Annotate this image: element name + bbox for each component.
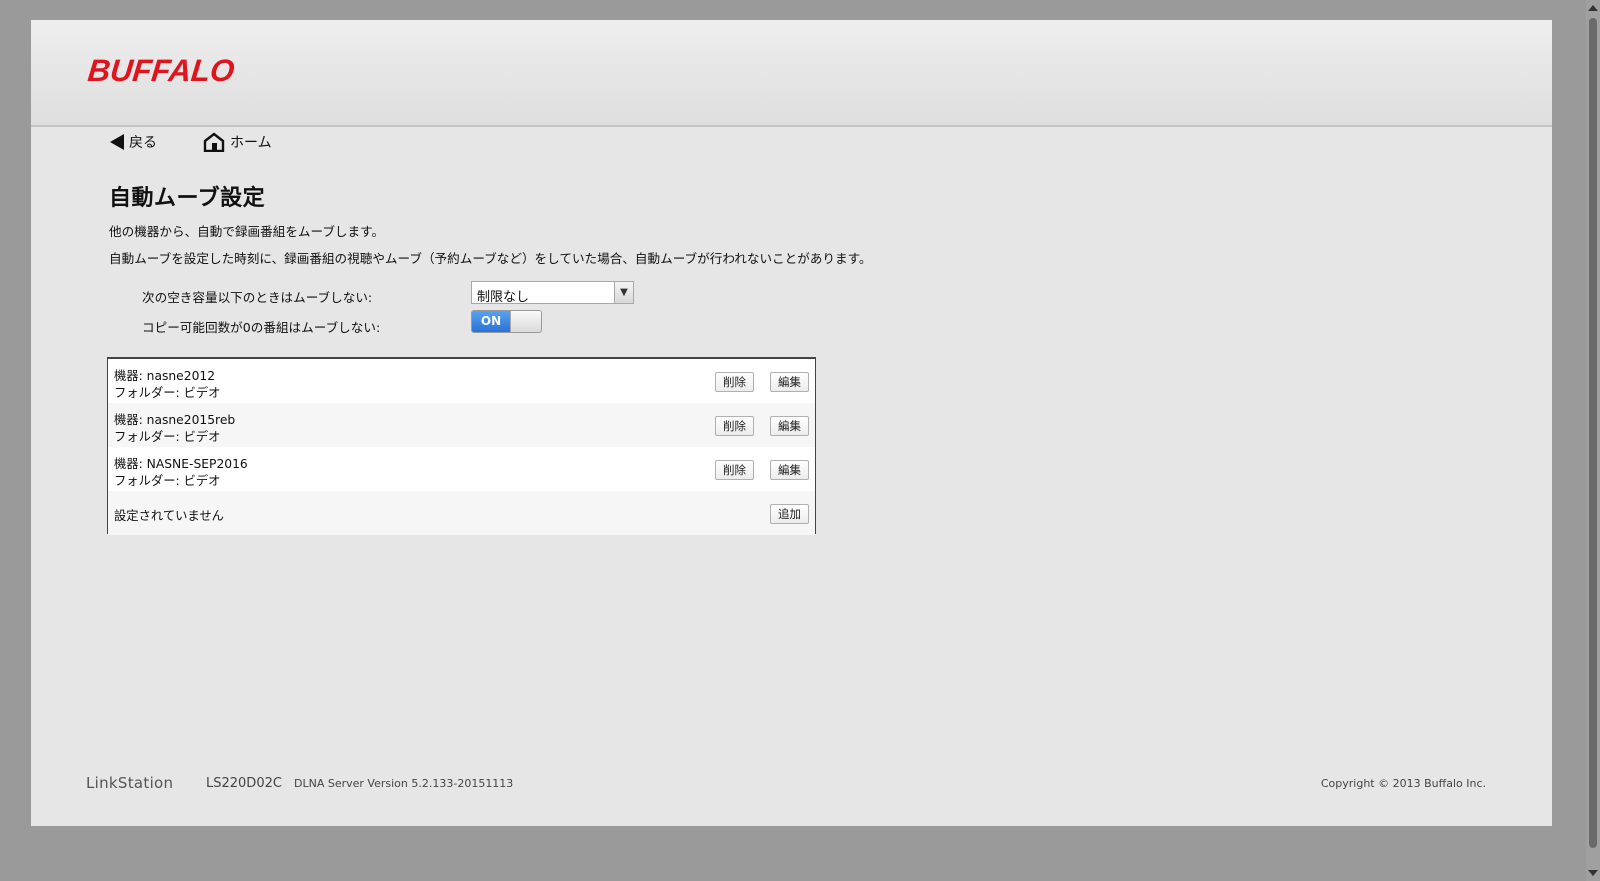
back-link[interactable]: 戻る	[110, 132, 157, 152]
scrollbar[interactable]	[1586, 0, 1600, 881]
back-label: 戻る	[129, 135, 157, 151]
description-line-2: 自動ムーブを設定した時刻に、録画番組の視聴やムーブ（予約ムーブなど）をしていた場…	[109, 251, 872, 266]
delete-button[interactable]: 削除	[715, 460, 754, 480]
table-row: 機器: nasne2012 フォルダー: ビデオ 削除 編集	[108, 359, 815, 403]
model-name: LS220D02C	[206, 776, 282, 791]
toggle-knob	[510, 311, 541, 332]
row-folder: フォルダー: ビデオ	[114, 386, 221, 400]
header: BUFFALO	[31, 20, 1552, 127]
table-row: 機器: NASNE-SEP2016 フォルダー: ビデオ 削除 編集	[108, 447, 815, 491]
row-device: 機器: nasne2012	[114, 369, 216, 383]
linkstation-logo: LinkStation	[86, 774, 174, 792]
table-row-empty: 設定されていません 追加	[108, 491, 815, 535]
chevron-down-icon: ▼	[614, 282, 633, 303]
copy-count-label: コピー可能回数が0の番組はムーブしない:	[142, 320, 381, 335]
toggle-on-label: ON	[472, 311, 510, 332]
home-label: ホーム	[230, 135, 272, 151]
row-folder: フォルダー: ビデオ	[114, 474, 221, 488]
capacity-limit-label: 次の空き容量以下のときはムーブしない:	[142, 290, 373, 305]
add-button[interactable]: 追加	[770, 504, 809, 524]
home-icon	[203, 132, 225, 152]
table-row: 機器: nasne2015reb フォルダー: ビデオ 削除 編集	[108, 403, 815, 447]
server-version: DLNA Server Version 5.2.133-20151113	[294, 777, 514, 790]
row-device: 機器: NASNE-SEP2016	[114, 457, 248, 471]
empty-slot-text: 設定されていません	[114, 509, 224, 523]
back-arrow-icon	[110, 134, 124, 150]
edit-button[interactable]: 編集	[770, 460, 809, 480]
home-link[interactable]: ホーム	[203, 132, 272, 152]
description-line-1: 他の機器から、自動で録画番組をムーブします。	[109, 224, 385, 239]
capacity-limit-select[interactable]: 制限なし ▼	[471, 281, 634, 305]
page-title: 自動ムーブ設定	[109, 186, 266, 211]
delete-button[interactable]: 削除	[715, 372, 754, 392]
copy-count-toggle[interactable]: ON	[471, 310, 542, 333]
edit-button[interactable]: 編集	[770, 372, 809, 392]
scroll-up-icon[interactable]	[1588, 5, 1598, 11]
edit-button[interactable]: 編集	[770, 416, 809, 436]
scroll-down-icon[interactable]	[1588, 870, 1598, 876]
auto-move-table: 機器: nasne2012 フォルダー: ビデオ 削除 編集 機器: nasne…	[107, 357, 816, 535]
row-device: 機器: nasne2015reb	[114, 413, 236, 427]
page: BUFFALO 戻る ホーム 自動ムーブ設定 他の機器から、自動で録画番組をムー…	[31, 20, 1552, 826]
copyright: Copyright © 2013 Buffalo Inc.	[1320, 777, 1486, 790]
delete-button[interactable]: 削除	[715, 416, 754, 436]
row-folder: フォルダー: ビデオ	[114, 430, 221, 444]
capacity-limit-value: 制限なし	[477, 290, 530, 305]
buffalo-logo: BUFFALO	[86, 53, 237, 88]
scroll-thumb[interactable]	[1589, 18, 1597, 848]
